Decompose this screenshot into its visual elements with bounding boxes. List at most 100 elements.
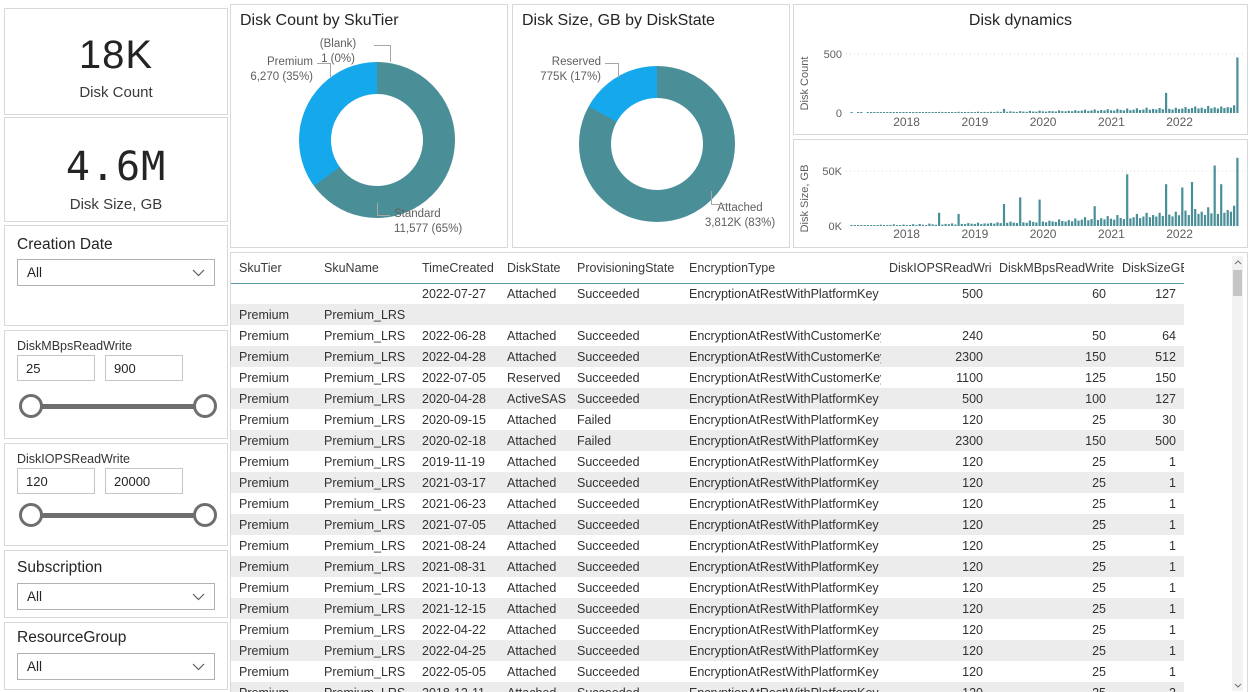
table-cell: 1 <box>1114 493 1184 514</box>
slider-handle-min[interactable] <box>19 503 43 527</box>
table-row[interactable]: PremiumPremium_LRS2022-07-05ReservedSucc… <box>231 367 1184 388</box>
table-cell: Premium <box>231 451 316 472</box>
table-cell: EncryptionAtRestWithPlatformKey <box>681 682 881 692</box>
disks-table: SkuTierSkuNameTimeCreatedDiskStateProvis… <box>231 253 1184 692</box>
table-cell: 120 <box>881 577 991 598</box>
min-value-input[interactable] <box>17 468 95 494</box>
table-cell: Premium_LRS <box>316 619 414 640</box>
table-cell: EncryptionAtRestWithPlatformKey <box>681 640 881 661</box>
dashboard: 18K Disk Count 4.6M Disk Size, GB Creati… <box>0 0 1251 692</box>
table-cell: 1 <box>1114 556 1184 577</box>
leader-line <box>605 63 619 78</box>
table-cell: Premium_LRS <box>316 409 414 430</box>
table-cell: EncryptionAtRestWithPlatformKey <box>681 661 881 682</box>
slider-track[interactable] <box>29 513 207 518</box>
disk-dynamics-size-card: 50K0KDisk Size, GB20182019202020212022 <box>793 139 1248 248</box>
disk-size-bar-chart[interactable]: 50K0KDisk Size, GB20182019202020212022 <box>794 140 1247 247</box>
table-row[interactable]: PremiumPremium_LRS2022-06-28AttachedSucc… <box>231 325 1184 346</box>
table-cell: 120 <box>881 409 991 430</box>
pie-label-standard: Standard 11,577 (65%) <box>394 207 504 237</box>
resource-group-dropdown[interactable]: All <box>17 653 215 680</box>
slider-track[interactable] <box>29 404 207 409</box>
table-cell: 2020-04-28 <box>414 388 499 409</box>
table-cell: Premium <box>231 535 316 556</box>
column-header[interactable]: ProvisioningState <box>569 253 681 283</box>
table-row[interactable]: PremiumPremium_LRS2019-11-19AttachedSucc… <box>231 451 1184 472</box>
table-cell: 1 <box>1114 598 1184 619</box>
table-row[interactable]: PremiumPremium_LRS2020-04-28ActiveSASSuc… <box>231 388 1184 409</box>
table-row[interactable]: PremiumPremium_LRS2021-08-31AttachedSucc… <box>231 556 1184 577</box>
column-header[interactable]: SkuName <box>316 253 414 283</box>
table-cell: 120 <box>881 682 991 692</box>
table-row[interactable]: PremiumPremium_LRS2021-10-13AttachedSucc… <box>231 577 1184 598</box>
svg-text:500: 500 <box>824 49 842 61</box>
column-header[interactable]: SkuTier <box>231 253 316 283</box>
disk-size-kpi-card: 4.6M Disk Size, GB <box>4 117 228 222</box>
resource-group-slicer-card: ResourceGroup All <box>4 622 228 690</box>
table-cell: Attached <box>499 493 569 514</box>
table-cell: Premium_LRS <box>316 514 414 535</box>
table-row[interactable]: PremiumPremium_LRS2022-04-22AttachedSucc… <box>231 619 1184 640</box>
table-cell: Premium_LRS <box>316 640 414 661</box>
column-header[interactable]: TimeCreated <box>414 253 499 283</box>
table-cell: 25 <box>991 514 1114 535</box>
table-cell: Succeeded <box>569 661 681 682</box>
svg-text:2019: 2019 <box>962 227 989 241</box>
table-row[interactable]: 2022-07-27AttachedSucceededEncryptionAtR… <box>231 283 1184 304</box>
column-header[interactable]: DiskMBpsReadWrite <box>991 253 1114 283</box>
table-cell: 2021-06-23 <box>414 493 499 514</box>
table-cell: Premium <box>231 346 316 367</box>
table-row[interactable]: PremiumPremium_LRS2020-09-15AttachedFail… <box>231 409 1184 430</box>
table-cell: Attached <box>499 661 569 682</box>
table-cell: EncryptionAtRestWithPlatformKey <box>681 598 881 619</box>
column-header[interactable]: EncryptionType <box>681 253 881 283</box>
column-header[interactable]: DiskIOPSReadWrite <box>881 253 991 283</box>
table-cell: 1 <box>1114 661 1184 682</box>
table-header-row: SkuTierSkuNameTimeCreatedDiskStateProvis… <box>231 253 1184 283</box>
scrollbar-up-icon[interactable] <box>1232 256 1243 268</box>
slider-handle-max[interactable] <box>193 394 217 418</box>
column-header[interactable]: DiskState <box>499 253 569 283</box>
table-cell: 150 <box>991 346 1114 367</box>
table-row[interactable]: PremiumPremium_LRS2021-03-17AttachedSucc… <box>231 472 1184 493</box>
creation-date-dropdown[interactable]: All <box>17 259 215 286</box>
table-row[interactable]: PremiumPremium_LRS2020-02-18AttachedFail… <box>231 430 1184 451</box>
creation-date-slicer-card: Creation Date All <box>4 225 228 326</box>
table-cell: Premium_LRS <box>316 535 414 556</box>
min-value-input[interactable] <box>17 355 95 381</box>
table-scrollbar[interactable] <box>1232 256 1243 691</box>
pie-label-reserved: Reserved 775K (17%) <box>517 55 601 85</box>
table-row[interactable]: PremiumPremium_LRS2022-04-28AttachedSucc… <box>231 346 1184 367</box>
slider-handle-max[interactable] <box>193 503 217 527</box>
table-cell: 125 <box>991 367 1114 388</box>
scrollbar-thumb[interactable] <box>1233 270 1242 296</box>
max-value-input[interactable] <box>105 355 183 381</box>
disk-count-donut[interactable] <box>299 62 455 218</box>
chevron-down-icon <box>192 269 205 277</box>
table-cell: Attached <box>499 577 569 598</box>
table-row[interactable]: PremiumPremium_LRS <box>231 304 1184 325</box>
table-cell: Premium <box>231 367 316 388</box>
table-cell: 2022-04-25 <box>414 640 499 661</box>
slider-handle-min[interactable] <box>19 394 43 418</box>
table-row[interactable]: PremiumPremium_LRS2021-08-24AttachedSucc… <box>231 535 1184 556</box>
table-row[interactable]: PremiumPremium_LRS2021-06-23AttachedSucc… <box>231 493 1184 514</box>
subscription-dropdown[interactable]: All <box>17 583 215 610</box>
table-cell: 1 <box>1114 640 1184 661</box>
iops-range-slider[interactable] <box>19 500 217 530</box>
table-row[interactable]: PremiumPremium_LRS2021-12-15AttachedSucc… <box>231 598 1184 619</box>
table-cell: EncryptionAtRestWithPlatformKey <box>681 472 881 493</box>
scrollbar-down-icon[interactable] <box>1232 679 1243 691</box>
disk-count-bar-chart[interactable]: 5000Disk Count20182019202020212022 <box>794 5 1247 134</box>
max-value-input[interactable] <box>105 468 183 494</box>
mbps-range-slider[interactable] <box>19 391 217 421</box>
table-row[interactable]: PremiumPremium_LRS2022-05-05AttachedSucc… <box>231 661 1184 682</box>
table-row[interactable]: PremiumPremium_LRS2018-12-11AttachedSucc… <box>231 682 1184 692</box>
table-row[interactable]: PremiumPremium_LRS2022-04-25AttachedSucc… <box>231 640 1184 661</box>
table-cell: Premium <box>231 619 316 640</box>
table-row[interactable]: PremiumPremium_LRS2021-07-05AttachedSucc… <box>231 514 1184 535</box>
table-cell: Failed <box>569 430 681 451</box>
column-header[interactable]: DiskSizeGB <box>1114 253 1184 283</box>
table-cell: 25 <box>991 640 1114 661</box>
table-cell: Succeeded <box>569 619 681 640</box>
